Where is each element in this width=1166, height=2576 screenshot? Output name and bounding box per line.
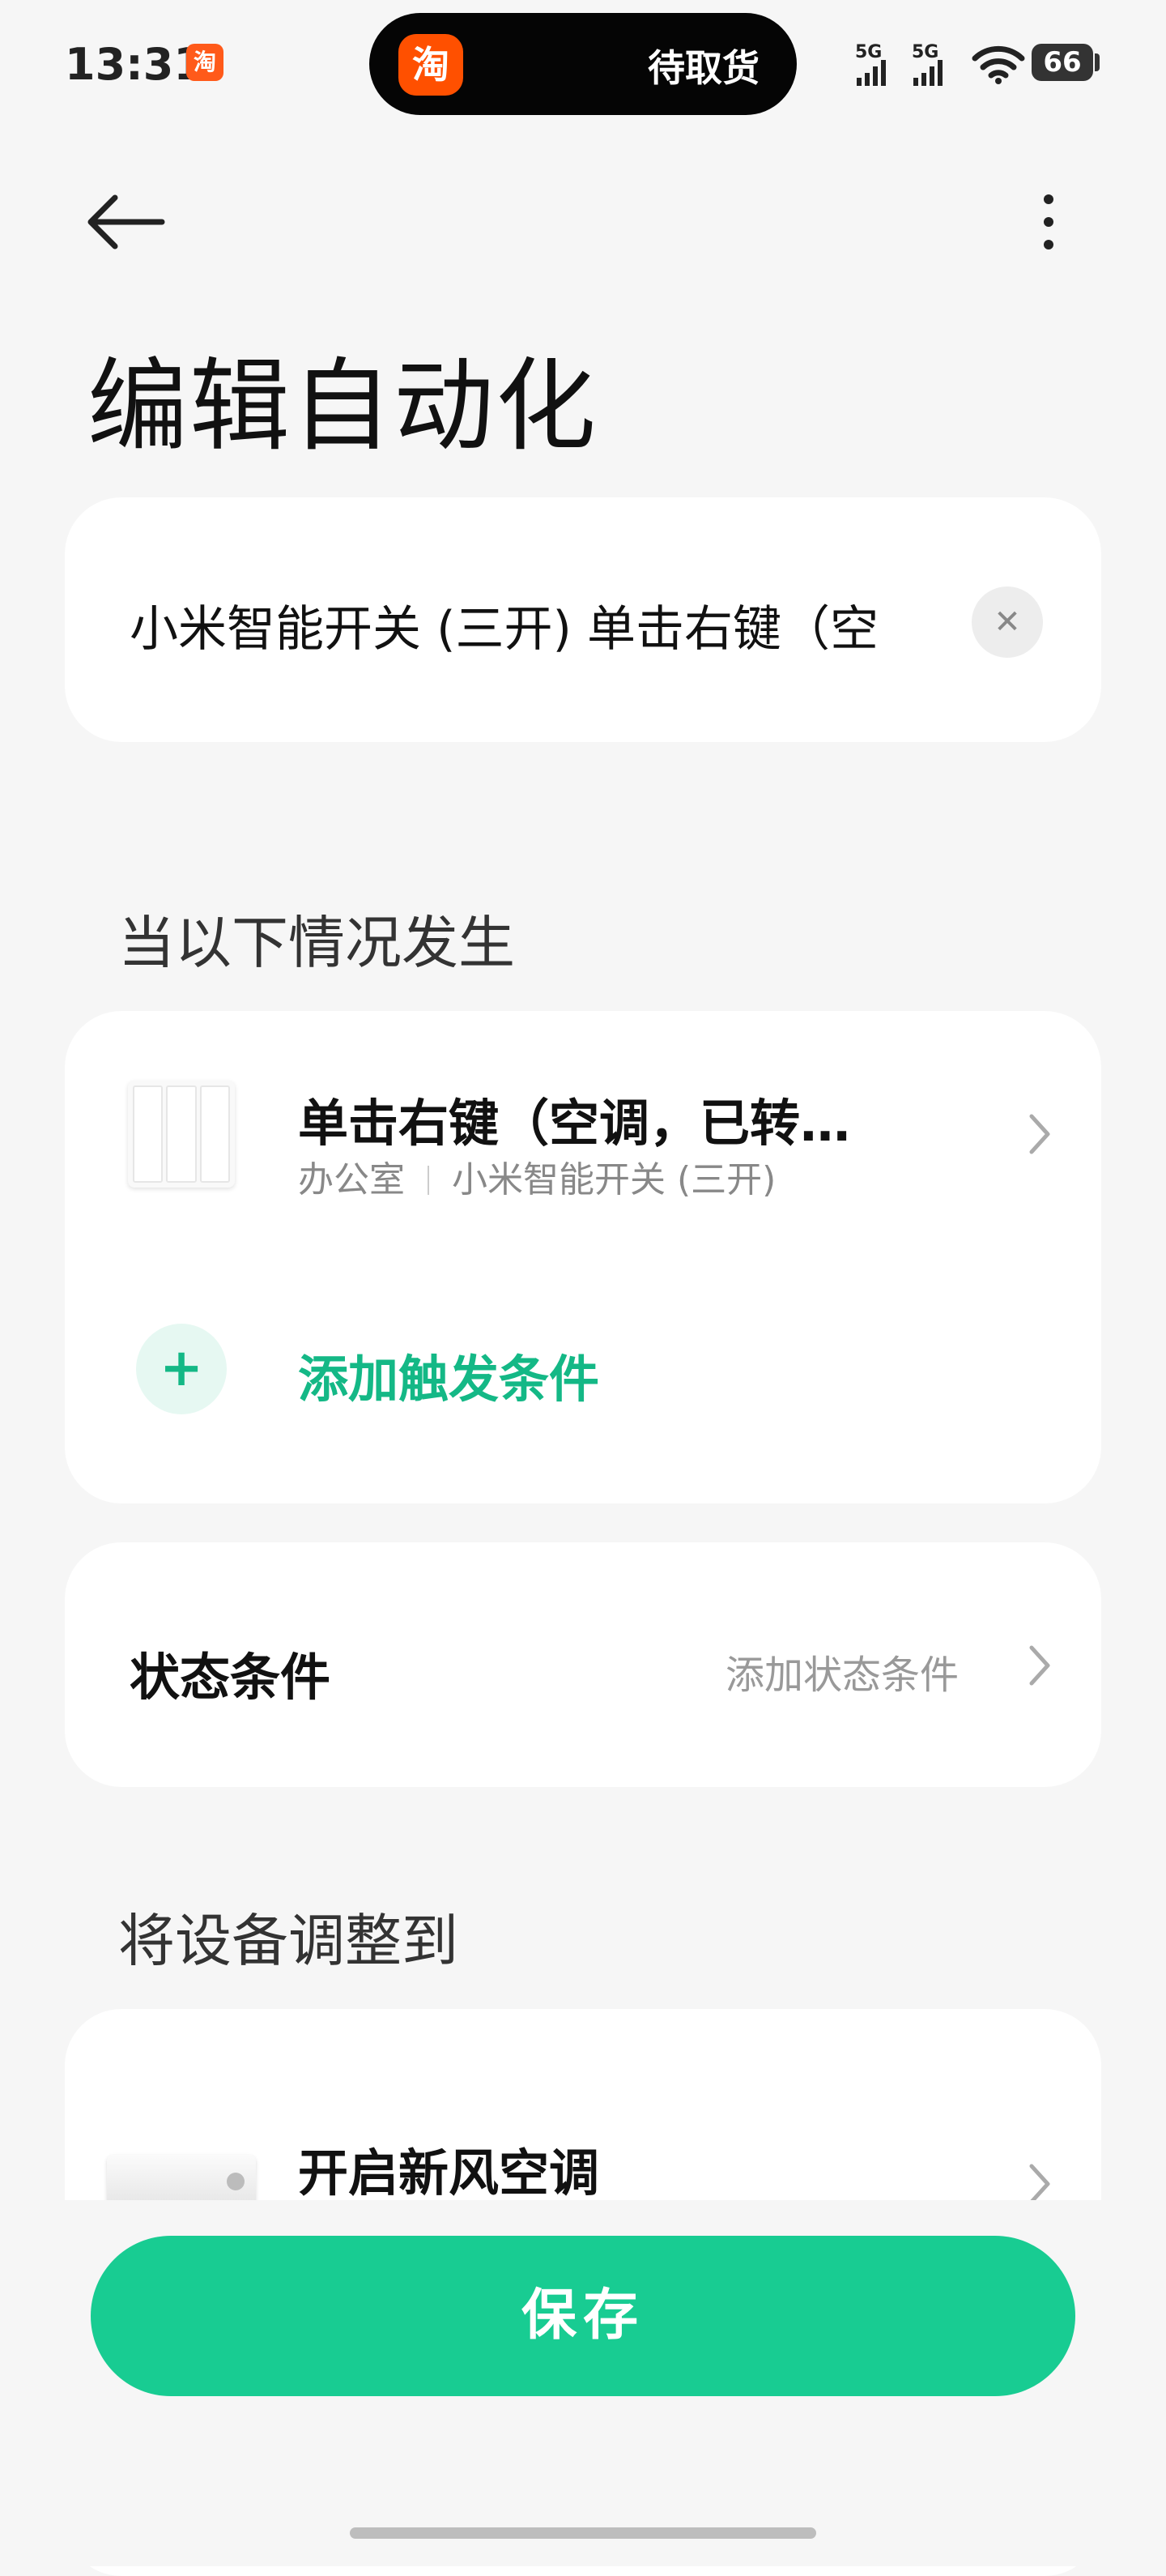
wifi-icon — [972, 45, 1025, 84]
trigger-section-label: 当以下情况发生 — [118, 910, 515, 976]
trigger-device: 小米智能开关 (三开) — [452, 1159, 777, 1201]
save-button[interactable]: 保存 — [91, 2236, 1075, 2396]
automation-name-input[interactable]: 小米智能开关 (三开) 单击右键（空 — [130, 590, 915, 660]
chevron-right-icon[interactable] — [1023, 1641, 1056, 1690]
plus-icon: + — [160, 1338, 203, 1398]
action-item-title[interactable]: 开启新风空调 — [298, 2132, 599, 2205]
more-vertical-icon — [1044, 194, 1053, 249]
action-section-label: 将设备调整到 — [118, 1908, 458, 1974]
divider — [428, 1166, 429, 1195]
taobao-notification-icon: 淘 — [186, 44, 223, 81]
island-status-text: 待取货 — [648, 46, 760, 90]
trigger-item-subtitle: 办公室 小米智能开关 (三开) — [298, 1150, 776, 1202]
close-icon: ✕ — [994, 603, 1021, 641]
add-trigger-button[interactable]: + — [136, 1324, 227, 1414]
battery-icon: 66 — [1032, 44, 1093, 81]
signal-icon-1 — [857, 58, 886, 86]
status-time: 13:31 — [65, 39, 204, 90]
clear-name-button[interactable]: ✕ — [972, 586, 1043, 658]
page-title: 编辑自动化 — [87, 348, 598, 465]
battery-tip — [1095, 53, 1100, 71]
back-button[interactable] — [81, 186, 170, 259]
air-conditioner-indicator — [227, 2173, 245, 2190]
taobao-app-icon[interactable]: 淘 — [398, 34, 463, 96]
state-condition-title: 状态条件 — [130, 1648, 331, 1707]
chevron-right-icon[interactable] — [1023, 1110, 1056, 1158]
add-state-condition-link[interactable]: 添加状态条件 — [726, 1643, 959, 1700]
arrow-left-icon — [87, 194, 165, 249]
trigger-item-title[interactable]: 单击右键（空调，已转… — [298, 1082, 850, 1155]
trigger-room: 办公室 — [298, 1159, 405, 1201]
switch-device-image — [128, 1081, 235, 1188]
add-trigger-label[interactable]: 添加触发条件 — [298, 1338, 599, 1411]
home-indicator[interactable] — [350, 2527, 816, 2539]
more-options-button[interactable] — [1020, 186, 1077, 259]
signal-icon-2 — [913, 58, 943, 86]
